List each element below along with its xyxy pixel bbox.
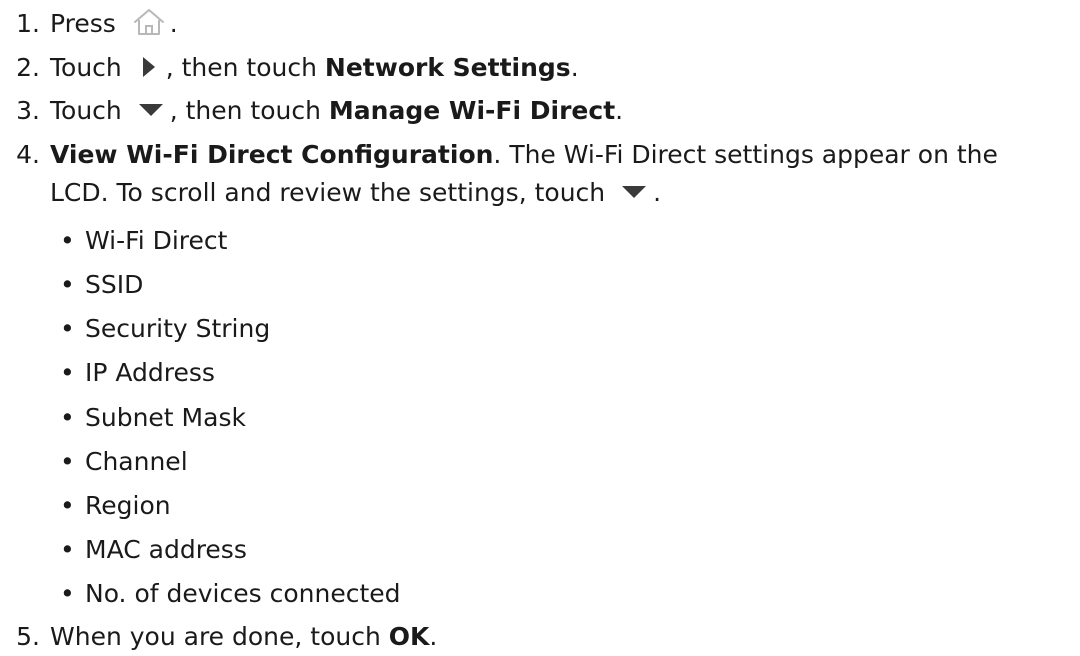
step-text-end: . xyxy=(429,622,438,651)
bullet: • xyxy=(60,314,75,343)
home-icon xyxy=(133,9,164,35)
bullet: • xyxy=(60,579,75,608)
list-item-label: Wi-Fi Direct xyxy=(85,226,228,255)
step-text-end: . The Wi-Fi Direct settings appear on th… xyxy=(493,140,998,169)
step-number: 4. xyxy=(16,140,40,169)
list-item-label: Subnet Mask xyxy=(85,403,246,432)
step-text: LCD. To scroll and review the settings, … xyxy=(50,178,606,207)
step-number: 1. xyxy=(16,9,40,38)
menu-option-manage-wifi-direct: Manage Wi-Fi Direct xyxy=(328,96,616,125)
step-text: Touch xyxy=(50,96,122,125)
bullet: • xyxy=(60,491,75,520)
step-text: Touch xyxy=(50,53,122,82)
menu-option-network-settings: Network Settings xyxy=(324,53,571,82)
step-text-end: . xyxy=(653,178,662,207)
bullet: • xyxy=(60,270,75,299)
step-text: When you are done, touch xyxy=(50,622,381,651)
bullet: • xyxy=(60,403,75,432)
list-item-label: Channel xyxy=(85,447,188,476)
button-label-ok: OK xyxy=(388,622,430,651)
step-number: 2. xyxy=(16,53,40,82)
list-item-label: IP Address xyxy=(85,358,215,387)
down-triangle-icon xyxy=(622,186,647,198)
bullet: • xyxy=(60,358,75,387)
step-text: Press xyxy=(50,9,116,38)
list-item-label: MAC address xyxy=(85,535,247,564)
list-item-label: SSID xyxy=(85,270,144,299)
right-triangle-icon xyxy=(142,57,155,77)
step-text-mid: , then touch xyxy=(169,96,321,125)
step-number: 5. xyxy=(16,622,40,651)
bullet: • xyxy=(60,447,75,476)
menu-option-view-config: View Wi-Fi Direct Configuration xyxy=(50,140,494,169)
step-number: 3. xyxy=(16,96,40,125)
step-text-end: . xyxy=(169,9,178,38)
bullet: • xyxy=(60,226,75,255)
down-triangle-icon xyxy=(138,104,163,116)
list-item-label: Region xyxy=(85,491,171,520)
step-text-end: . xyxy=(570,53,579,82)
step-text-end: . xyxy=(615,96,624,125)
list-item-label: No. of devices connected xyxy=(85,579,401,608)
bullet: • xyxy=(60,535,75,564)
list-item-label: Security String xyxy=(85,314,271,343)
step-text-mid: , then touch xyxy=(165,53,317,82)
